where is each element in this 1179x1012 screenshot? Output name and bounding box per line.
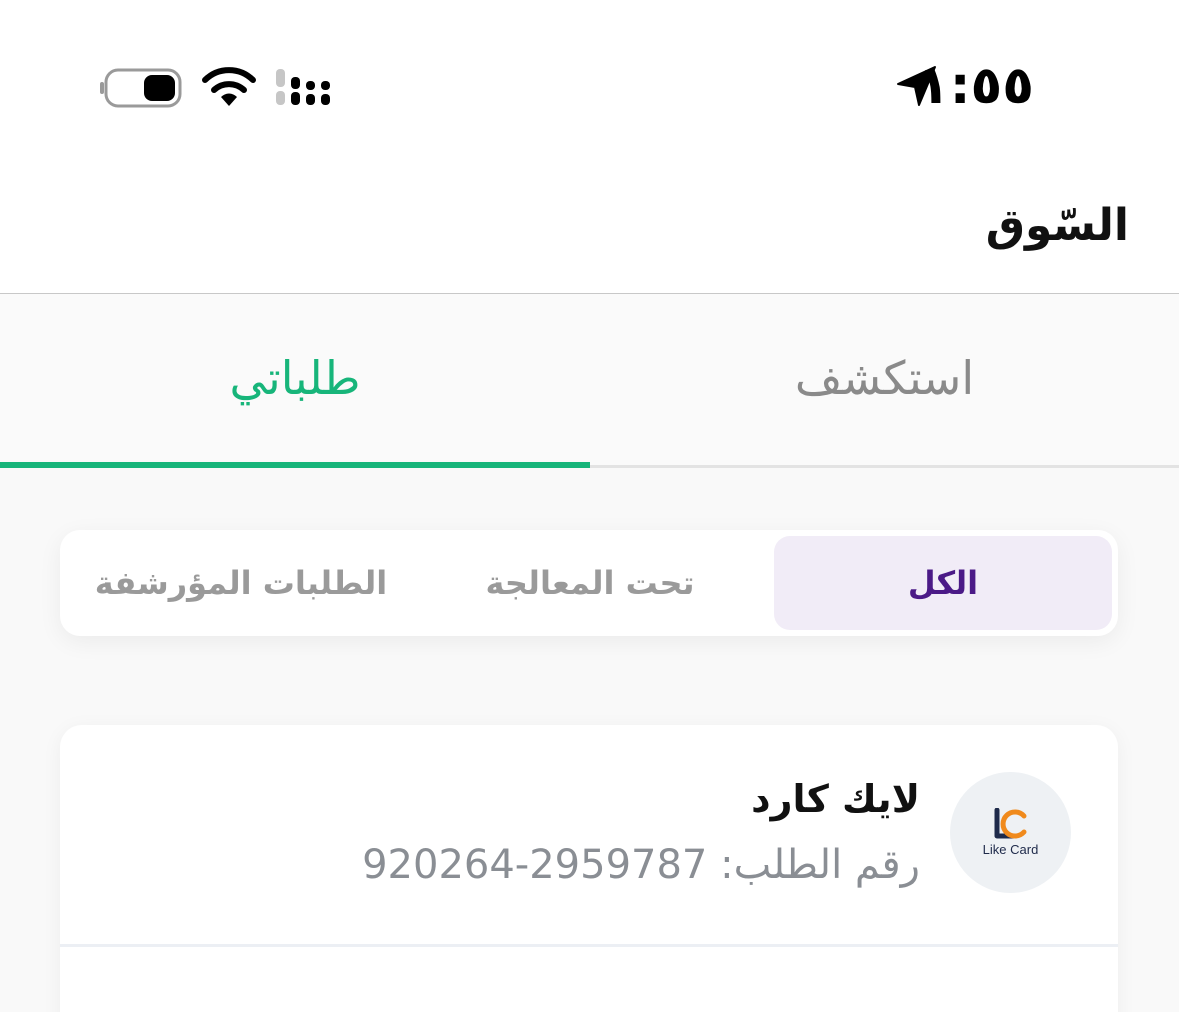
active-tab-indicator xyxy=(0,462,590,468)
logo-text: Like Card xyxy=(982,842,1039,857)
card-divider xyxy=(60,944,1118,947)
signal-icon xyxy=(276,69,330,105)
like-card-logo-icon xyxy=(994,808,1027,839)
order-number: رقم الطلب: 2959787-920264 xyxy=(362,842,920,888)
main-tabs: استكشف طلباتي xyxy=(0,294,1179,468)
tab-my-orders[interactable]: طلباتي xyxy=(0,294,590,468)
status-time: ١:٥٥ xyxy=(917,56,1034,116)
app-header: السّوق xyxy=(0,180,1179,294)
battery-icon xyxy=(100,68,182,108)
tab-explore[interactable]: استكشف xyxy=(590,294,1179,465)
page-title: السّوق xyxy=(985,200,1129,251)
filter-all[interactable]: الكل xyxy=(774,536,1112,630)
screen: ١:٥٥ السّوق استكشف طلباتي الكل تحت المعا… xyxy=(0,0,1179,1012)
merchant-name: لايك كارد xyxy=(751,777,920,821)
merchant-logo: Like Card xyxy=(950,772,1071,893)
tab-my-orders-label: طلباتي xyxy=(229,351,361,405)
order-filter-segmented-control: الكل تحت المعالجة الطلبات المؤرشفة xyxy=(60,530,1118,636)
order-card[interactable]: Like Card لايك كارد رقم الطلب: 2959787-9… xyxy=(60,725,1118,1012)
filter-processing[interactable]: تحت المعالجة xyxy=(415,536,765,630)
filter-archived[interactable]: الطلبات المؤرشفة xyxy=(66,536,416,630)
wifi-icon xyxy=(202,67,256,106)
status-bar: ١:٥٥ xyxy=(0,0,1179,180)
